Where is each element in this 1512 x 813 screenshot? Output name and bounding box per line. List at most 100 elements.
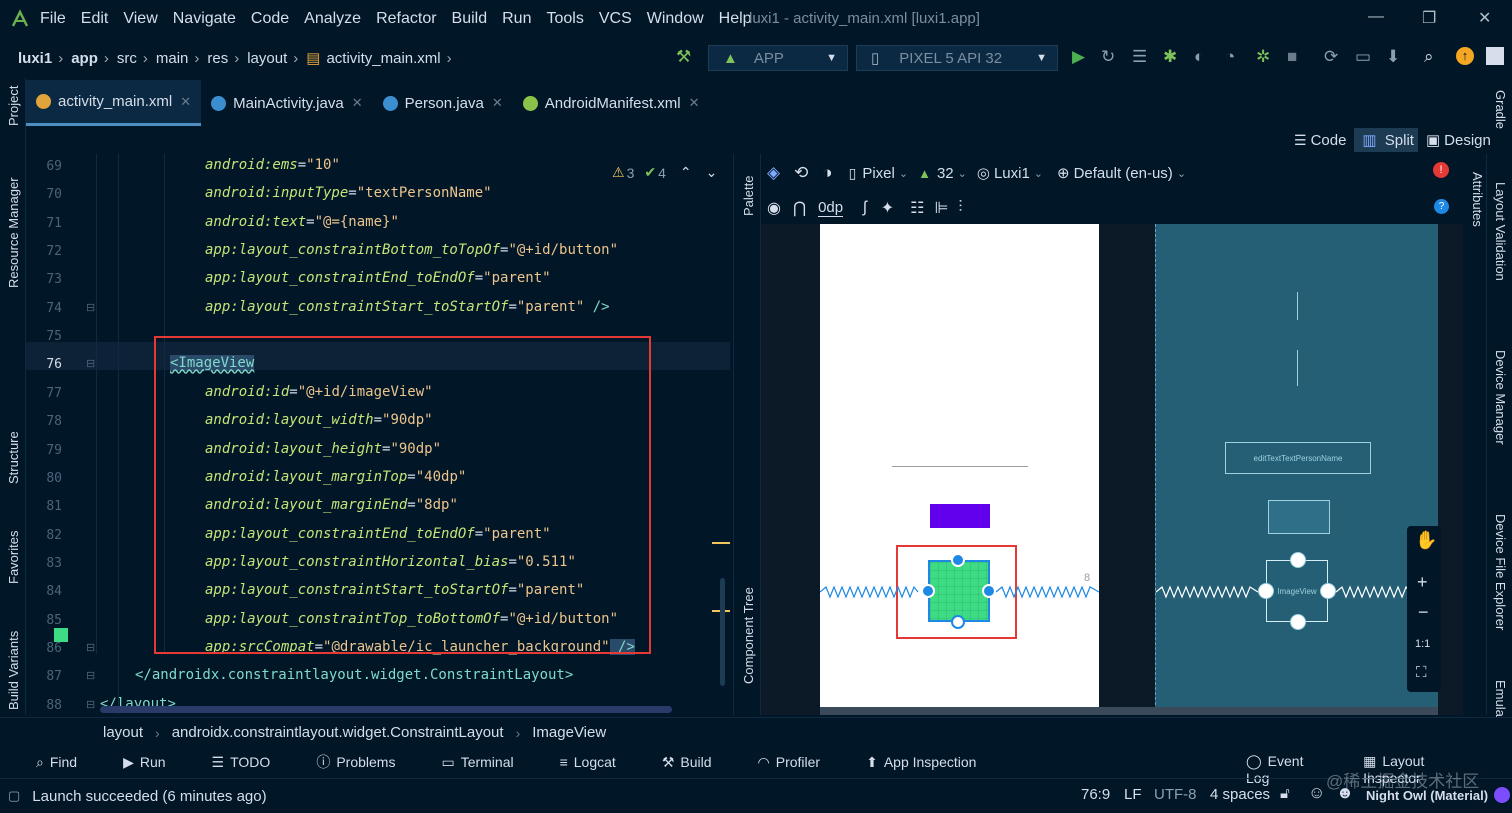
search-icon[interactable]: ⌕ <box>1424 47 1434 67</box>
menu-item-navigate[interactable]: Navigate <box>173 10 236 28</box>
tool-window-todo[interactable]: ☰ TODO <box>212 754 295 771</box>
autoconnect-magnet-icon[interactable]: ⋂ <box>793 198 806 218</box>
menu-item-refactor[interactable]: Refactor <box>376 10 436 28</box>
fold-marker-icon[interactable]: ⊟ <box>86 641 95 654</box>
theme-name[interactable]: Night Owl (Material) <box>1366 788 1488 803</box>
design-surface[interactable]: 8 editTextTextPersonName ImageView ✋ + −… <box>761 154 1463 715</box>
indent-setting[interactable]: 4 spaces <box>1210 786 1270 803</box>
menu-item-analyze[interactable]: Analyze <box>304 10 361 28</box>
apply-changes-icon[interactable]: ↻ <box>1101 47 1115 67</box>
blueprint-button[interactable] <box>1268 500 1330 534</box>
fold-marker-icon[interactable]: ⊟ <box>86 698 95 711</box>
apply-code-changes-icon[interactable]: ☰ <box>1132 47 1147 67</box>
resource-manager-tool-tab[interactable]: Resource Manager <box>6 177 21 288</box>
tool-window-find[interactable]: ⌕ Find <box>36 754 101 771</box>
layout-validation-tool-tab[interactable]: Layout Validation <box>1493 182 1508 281</box>
breadcrumb-item[interactable]: main <box>156 50 189 67</box>
theme-select[interactable]: Luxi1 <box>994 165 1030 182</box>
drawable-gutter-icon[interactable] <box>54 628 68 642</box>
code-mode-button[interactable]: Code <box>1311 132 1347 149</box>
structure-tool-tab[interactable]: Structure <box>6 431 21 484</box>
menu-item-window[interactable]: Window <box>647 10 704 28</box>
close-tab-icon[interactable]: ✕ <box>352 95 363 111</box>
close-tab-icon[interactable]: ✕ <box>180 94 191 110</box>
device-manager-tool-tab[interactable]: Device Manager <box>1493 350 1508 445</box>
zoom-in-icon[interactable]: + <box>1417 572 1428 593</box>
editor-tab[interactable]: MainActivity.java ✕ <box>201 80 373 126</box>
code-line[interactable]: app:layout_constraintBottom_toTopOf="@+i… <box>205 242 618 258</box>
attributes-tool-tab[interactable]: Attributes <box>1470 172 1485 227</box>
breadcrumb-item[interactable]: activity_main.xml <box>326 50 440 67</box>
run-icon[interactable]: ▶ <box>1072 47 1085 67</box>
breadcrumb-item[interactable]: res <box>207 50 228 67</box>
build-variants-tool-tab[interactable]: Build Variants <box>6 631 21 710</box>
xml-breadcrumb-item[interactable]: layout <box>103 724 143 741</box>
minimize-icon[interactable]: — <box>1368 8 1384 26</box>
design-mode-button[interactable]: Design <box>1444 132 1491 149</box>
menu-item-tools[interactable]: Tools <box>546 10 583 28</box>
editor-tab[interactable]: activity_main.xml ✕ <box>26 80 202 126</box>
design-horizontal-scrollbar[interactable] <box>820 707 1438 715</box>
api-level-select[interactable]: 32 <box>937 165 954 182</box>
inspection-widget[interactable]: ⚠ 3 ✔ 4 ⌃ ⌄ <box>612 164 717 181</box>
caret-position[interactable]: 76:9 <box>1081 786 1110 803</box>
orientation-icon[interactable]: ⟲ <box>794 163 808 183</box>
code-line[interactable]: android:inputType="textPersonName" <box>205 185 492 201</box>
run-config-dropdown[interactable]: ▲ APP ▼ <box>708 45 848 71</box>
editor-tab[interactable]: Person.java ✕ <box>373 80 513 126</box>
sync-gradle-icon[interactable]: ⟳ <box>1324 47 1338 67</box>
locale-select[interactable]: Default (en-us) <box>1074 165 1173 182</box>
align-icon[interactable]: ⊫ <box>934 198 948 218</box>
view-options-eye-icon[interactable]: ◉ <box>767 198 781 218</box>
warning-stripe-marker[interactable] <box>712 542 730 544</box>
coverage-icon[interactable]: ◐ <box>1194 47 1204 67</box>
blueprint-screen[interactable]: editTextTextPersonName ImageView <box>1155 224 1438 710</box>
device-dropdown[interactable]: ▯ PIXEL 5 API 32 ▼ <box>856 45 1058 71</box>
tool-window-build[interactable]: ⚒ Build <box>662 754 736 771</box>
file-encoding[interactable]: UTF-8 <box>1154 786 1197 803</box>
menu-item-view[interactable]: View <box>123 10 157 28</box>
pack-icon[interactable]: ☷ <box>910 198 924 218</box>
xml-breadcrumb-item[interactable]: androidx.constraintlayout.widget.Constra… <box>172 724 504 741</box>
night-mode-icon[interactable]: ◑ <box>822 163 832 183</box>
xml-breadcrumb-item[interactable]: ImageView <box>532 724 606 741</box>
update-icon[interactable]: ↑ <box>1456 47 1474 65</box>
zoom-out-icon[interactable]: − <box>1418 602 1429 623</box>
menu-item-file[interactable]: File <box>40 10 66 28</box>
code-line[interactable]: android:ems="10" <box>205 157 340 173</box>
palette-tool-tab[interactable]: Palette <box>741 176 756 216</box>
tool-window-run[interactable]: ▶ Run <box>123 754 189 771</box>
design-preview-screen[interactable]: 8 <box>820 224 1099 710</box>
code-line[interactable]: app:layout_constraintStart_toStartOf="pa… <box>205 299 610 315</box>
device-select[interactable]: Pixel <box>862 165 895 182</box>
debug-icon[interactable]: ✱ <box>1163 47 1177 67</box>
blueprint-top-handle[interactable] <box>1290 552 1306 568</box>
default-margin-select[interactable]: 0dp <box>818 199 844 217</box>
menu-item-build[interactable]: Build <box>452 10 488 28</box>
tool-window-problems[interactable]: ⓘ Problems <box>316 752 419 772</box>
gradle-tool-tab[interactable]: Gradle <box>1493 90 1508 129</box>
close-window-icon[interactable]: ✕ <box>1478 8 1491 28</box>
status-toggle-icon[interactable]: ▢ <box>8 788 20 804</box>
attach-debugger-icon[interactable]: ✲ <box>1256 47 1270 67</box>
tool-window-app-inspection[interactable]: ⬆ App Inspection <box>866 754 1000 771</box>
code-line[interactable]: </androidx.constraintlayout.widget.Const… <box>135 667 573 683</box>
favorites-tool-tab[interactable]: Favorites <box>6 531 21 584</box>
fold-marker-icon[interactable]: ⊟ <box>86 301 95 314</box>
fold-marker-icon[interactable]: ⊟ <box>86 357 95 370</box>
menu-item-help[interactable]: Help <box>719 10 752 28</box>
close-tab-icon[interactable]: ✕ <box>689 95 700 111</box>
line-separator[interactable]: LF <box>1124 786 1142 803</box>
editor-tab[interactable]: AndroidManifest.xml ✕ <box>513 80 710 126</box>
menu-item-vcs[interactable]: VCS <box>599 10 632 28</box>
hammer-icon[interactable]: ⚒ <box>676 47 691 67</box>
menu-item-code[interactable]: Code <box>251 10 289 28</box>
pan-hand-icon[interactable]: ✋ <box>1415 530 1437 551</box>
restore-icon[interactable]: ❐ <box>1422 8 1436 28</box>
device-manager-icon[interactable]: ▭ <box>1355 47 1371 67</box>
code-editor[interactable]: 69 android:ems="10" 70 android:inputType="t… <box>26 154 732 715</box>
vertical-scrollbar[interactable] <box>720 578 725 686</box>
bottom-constraint-handle[interactable] <box>951 615 965 629</box>
horizontal-scrollbar[interactable] <box>100 706 672 713</box>
breadcrumb-item[interactable]: luxi1 <box>18 50 52 67</box>
